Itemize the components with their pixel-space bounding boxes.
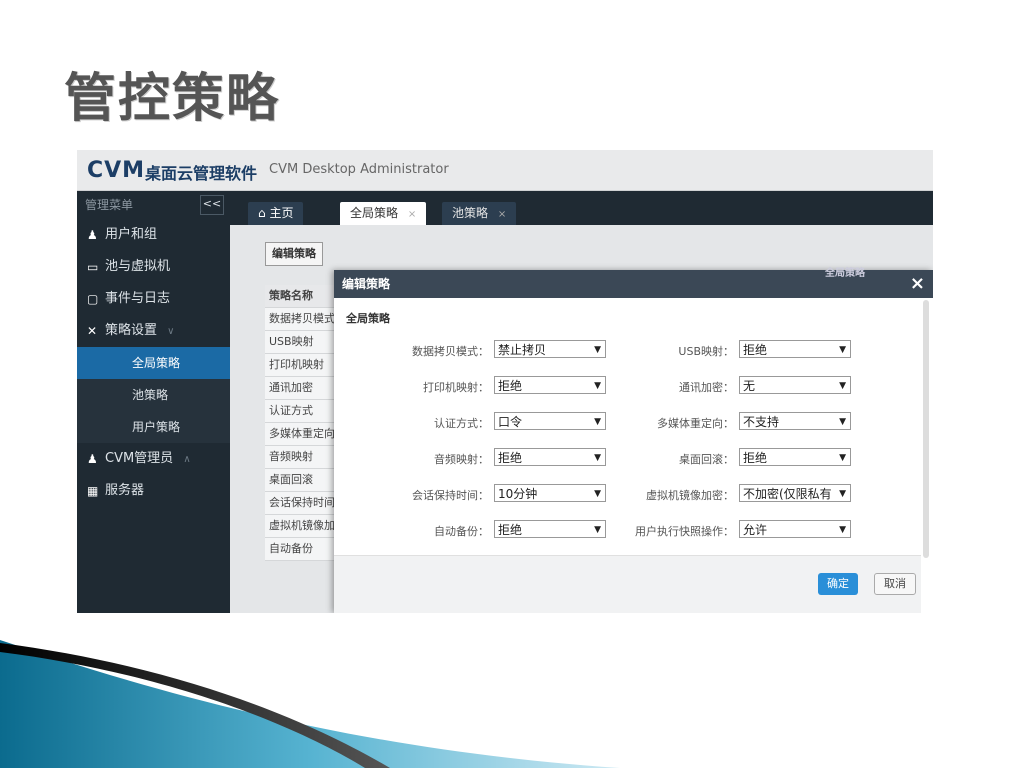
- field-label: 认证方式：: [434, 417, 489, 430]
- server-icon: ▦: [87, 484, 99, 498]
- close-icon[interactable]: ×: [498, 209, 506, 220]
- sidebar-item-global-policy[interactable]: 全局策略: [77, 347, 240, 379]
- sidebar-item-servers[interactable]: ▦ 服务器: [77, 475, 230, 507]
- sidebar-item-label: 用户和组: [105, 227, 158, 242]
- app-subtitle: CVM Desktop Administrator: [269, 162, 449, 177]
- tab-pool-policy[interactable]: 池策略 ×: [442, 202, 517, 225]
- tools-icon: ✕: [87, 324, 98, 338]
- dialog-title: 编辑策略: [342, 277, 391, 291]
- close-icon[interactable]: ×: [910, 270, 925, 298]
- field-label: 数据拷贝模式：: [412, 345, 489, 358]
- field-label: 虚拟机镜像加密：: [646, 489, 734, 502]
- field-label: 桌面回滚：: [679, 453, 734, 466]
- dropdown-arrow-icon: ▼: [839, 381, 846, 391]
- sidebar-item-pools[interactable]: ▭ 池与虚拟机: [77, 251, 230, 283]
- field-label: 音频映射：: [434, 453, 489, 466]
- select-value: 不加密(仅限私有: [743, 487, 832, 501]
- field-label: USB映射：: [678, 345, 734, 358]
- select-value: 拒绝: [498, 379, 523, 393]
- user-snapshot-select[interactable]: 允许 ▼: [739, 520, 851, 538]
- field-label: 通讯加密：: [679, 381, 734, 394]
- usb-mapping-select[interactable]: 拒绝 ▼: [739, 340, 851, 358]
- select-value: 拒绝: [498, 523, 523, 537]
- select-value: 拒绝: [498, 451, 523, 465]
- sidebar-item-user-policy[interactable]: 用户策略: [77, 411, 230, 443]
- field-label: 用户执行快照操作：: [635, 525, 734, 538]
- app-screenshot: CVM 桌面云管理软件 CVM Desktop Administrator 管理…: [77, 150, 933, 613]
- users-icon: ♟: [87, 228, 98, 242]
- monitor-icon: ▭: [87, 260, 99, 274]
- select-value: 拒绝: [743, 343, 768, 357]
- section-title: 全局策略: [346, 312, 390, 325]
- sidebar-title: 管理菜单: [85, 198, 134, 212]
- close-icon[interactable]: ×: [408, 209, 416, 220]
- chevron-down-icon: ∨: [167, 326, 175, 337]
- tab-label: 池策略: [452, 206, 489, 220]
- tab-bar: ⌂ 主页 全局策略 × 池策略 ×: [230, 191, 933, 225]
- select-value: 无: [743, 379, 756, 393]
- blue-swoosh: [0, 640, 620, 768]
- sidebar-header: 管理菜单 <<: [77, 191, 230, 219]
- home-icon: ⌂: [258, 206, 266, 220]
- field-label: 自动备份：: [434, 525, 489, 538]
- desktop-rollback-select[interactable]: 拒绝 ▼: [739, 448, 851, 466]
- edit-policy-button[interactable]: 编辑策略: [265, 242, 323, 266]
- sidebar-item-label: 策略设置: [105, 323, 158, 338]
- comm-encryption-select[interactable]: 无 ▼: [739, 376, 851, 394]
- sidebar-item-label: 事件与日志: [105, 291, 171, 306]
- sidebar-item-events[interactable]: ▢ 事件与日志: [77, 283, 230, 315]
- dialog-scrollbar[interactable]: [923, 300, 929, 558]
- tab-label: 主页: [269, 206, 294, 220]
- chevron-up-icon: ∧: [183, 454, 191, 465]
- field-label: 打印机映射：: [423, 381, 489, 394]
- app-header: CVM 桌面云管理软件 CVM Desktop Administrator: [77, 150, 933, 191]
- select-value: 拒绝: [743, 451, 768, 465]
- app-name: 桌面云管理软件: [145, 164, 258, 183]
- sidebar-item-policies[interactable]: ✕ 策略设置 ∨: [77, 315, 230, 347]
- multimedia-redirect-select[interactable]: 不支持 ▼: [739, 412, 851, 430]
- dialog-ghost-label: 全局策略: [825, 268, 865, 279]
- admin-icon: ♟: [87, 452, 98, 466]
- dropdown-arrow-icon: ▼: [839, 345, 846, 355]
- tab-home[interactable]: ⌂ 主页: [248, 202, 304, 225]
- dropdown-arrow-icon: ▼: [839, 417, 846, 427]
- tab-global-policy[interactable]: 全局策略 ×: [340, 202, 427, 225]
- sidebar-item-label: 服务器: [105, 483, 145, 498]
- collapse-sidebar-button[interactable]: <<: [200, 195, 224, 215]
- sidebar: 管理菜单 << ♟ 用户和组 ▭ 池与虚拟机 ▢ 事件与日志 ✕ 策略设置 ∨ …: [77, 191, 240, 613]
- field-label: 多媒体重定向：: [657, 417, 734, 430]
- select-value: 禁止拷贝: [498, 343, 547, 357]
- app-logo: CVM: [87, 158, 146, 183]
- tab-label: 全局策略: [350, 206, 399, 220]
- select-value: 允许: [743, 523, 768, 537]
- select-value: 不支持: [743, 415, 780, 429]
- sidebar-item-admins[interactable]: ♟ CVM管理员 ∧: [77, 443, 230, 475]
- field-label: 会话保持时间：: [412, 489, 489, 502]
- cancel-button[interactable]: 取消: [874, 573, 916, 595]
- dropdown-arrow-icon: ▼: [839, 489, 846, 499]
- sidebar-item-pool-policy[interactable]: 池策略: [77, 379, 230, 411]
- dropdown-arrow-icon: ▼: [839, 453, 846, 463]
- vm-image-encryption-select[interactable]: 不加密(仅限私有 ▼: [739, 484, 851, 502]
- slide-title: 管控策略: [64, 69, 281, 129]
- sidebar-item-label: 池与虚拟机: [105, 259, 171, 274]
- select-value: 10分钟: [498, 487, 538, 501]
- edit-policy-dialog: 编辑策略 全局策略 × 全局策略 数据拷贝模式： 禁止拷贝 ▼ 打印机映射： 拒绝…: [334, 268, 933, 613]
- dialog-title-bar: 编辑策略 全局策略 ×: [334, 268, 933, 298]
- document-icon: ▢: [87, 292, 99, 306]
- select-value: 口令: [498, 415, 523, 429]
- dialog-footer: 确定 取消: [334, 555, 921, 613]
- dropdown-arrow-icon: ▼: [839, 525, 846, 535]
- sidebar-item-users[interactable]: ♟ 用户和组: [77, 219, 230, 251]
- sidebar-item-label: CVM管理员: [105, 451, 174, 466]
- black-swoosh: [0, 643, 390, 768]
- ok-button[interactable]: 确定: [818, 573, 858, 595]
